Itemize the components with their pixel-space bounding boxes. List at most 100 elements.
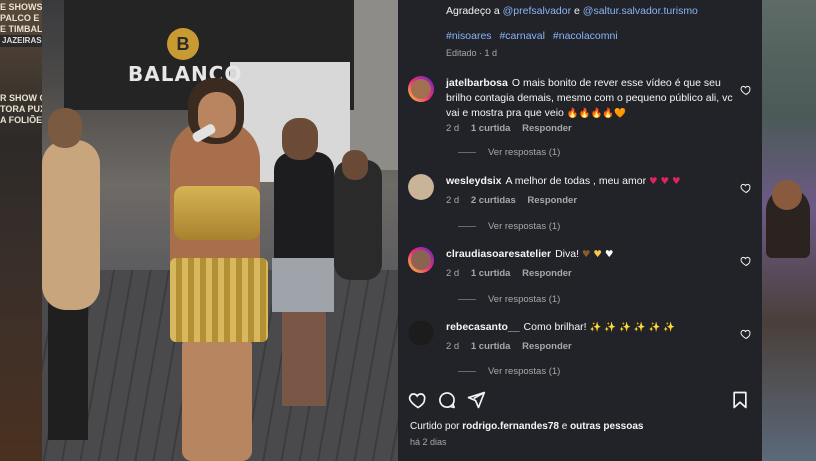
person-right-shorts [272, 258, 334, 312]
singer-top [174, 186, 260, 240]
reply-button[interactable]: Responder [527, 195, 577, 206]
comment-body: clraudiasoaresatelier Diva! ♥ ♥ ♥ [446, 247, 734, 262]
replies-divider [458, 152, 476, 153]
view-replies-label: Ver respostas (1) [488, 294, 561, 305]
bg-text-line: E TIMBAL [0, 24, 42, 34]
comment-time: 2 d [446, 268, 460, 279]
heart-icon[interactable] [740, 84, 752, 96]
view-replies-button[interactable]: Ver respostas (1) [458, 294, 560, 305]
comment-username[interactable]: wesleydsix [446, 175, 501, 187]
bg-text-line: R SHOW CA [0, 93, 42, 103]
bg-text-line: E SHOWS [0, 2, 42, 12]
singer-legs [182, 336, 252, 461]
liked-mid: e [561, 421, 568, 432]
fire-emoji: 🔥 [566, 108, 579, 119]
logo-mark: B [167, 28, 199, 60]
avatar[interactable] [408, 320, 434, 346]
comment-time: 2 d [446, 123, 460, 134]
replies-divider [458, 226, 476, 227]
bg-text-line: PALCO E [0, 13, 40, 23]
hashtag-link[interactable]: #carnaval [499, 30, 545, 42]
liked-user-link[interactable]: rodrigo.fernandes78 [462, 421, 559, 432]
post-video[interactable]: B BALANÇO [42, 0, 398, 461]
comment-meta: 2 d 1 curtida Responder [446, 123, 581, 134]
comment-likes[interactable]: 1 curtida [471, 341, 511, 352]
red-heart-emoji: ♥ [660, 176, 670, 187]
view-replies-label: Ver respostas (1) [488, 221, 561, 232]
liked-prefix: Curtido por [410, 421, 460, 432]
red-heart-emoji: ♥ [671, 176, 681, 187]
post-caption: Agradeço a @prefsalvador e @saltur.salva… [446, 4, 746, 19]
view-replies-label: Ver respostas (1) [488, 366, 561, 377]
comment-meta: 2 d 2 curtidas Responder [446, 195, 586, 206]
comment-username[interactable]: jatelbarbosa [446, 77, 508, 89]
comment-text: A melhor de todas , meu amor [505, 175, 647, 187]
comment-likes[interactable]: 2 curtidas [471, 195, 516, 206]
instagram-post-view: E SHOWS PALCO E E TIMBAL JAZEIRAS R SHOW… [0, 0, 816, 461]
heart-icon[interactable] [740, 328, 752, 340]
white-heart-emoji: ♥ [604, 249, 614, 260]
person-left-legs [48, 290, 88, 440]
comment-meta: 2 d 1 curtida Responder [446, 341, 581, 352]
view-replies-label: Ver respostas (1) [488, 147, 561, 158]
avatar[interactable] [408, 76, 434, 102]
mention-link[interactable]: @saltur.salvador.turismo [583, 5, 698, 17]
person-left [42, 140, 100, 310]
reply-button[interactable]: Responder [522, 268, 572, 279]
background-person-head [342, 150, 368, 180]
bg-text-line: TORA PUXA [0, 104, 42, 114]
fire-emoji: 🔥 [578, 108, 591, 119]
sparkles-emoji: ✨ [633, 322, 646, 333]
background-left: E SHOWS PALCO E E TIMBAL JAZEIRAS R SHOW… [0, 0, 42, 461]
liked-others-link[interactable]: outras pessoas [570, 421, 643, 432]
caption-text: e [574, 5, 580, 17]
fire-emoji: 🔥 [602, 108, 615, 119]
caption-text: Agradeço a [446, 5, 500, 17]
liked-by: Curtido por rodrigo.fernandes78 e outras… [410, 421, 643, 432]
comment-likes[interactable]: 1 curtida [471, 123, 511, 134]
bookmark-icon[interactable] [730, 390, 750, 410]
singer-skirt [170, 258, 268, 342]
brown-heart-emoji: ♥ [581, 249, 591, 260]
replies-divider [458, 299, 476, 300]
comment-body: rebecasanto__ Como brilhar! ✨ ✨ ✨ ✨ ✨ ✨ [446, 320, 734, 335]
share-icon[interactable] [466, 390, 486, 410]
person-left-head [48, 108, 82, 148]
comment-body: wesleydsix A melhor de todas , meu amor ♥… [446, 174, 734, 189]
comment-likes[interactable]: 1 curtida [471, 268, 511, 279]
reply-button[interactable]: Responder [522, 123, 572, 134]
comment-username[interactable]: clraudiasoaresatelier [446, 248, 551, 260]
comment-username[interactable]: rebecasanto__ [446, 321, 520, 333]
comment-body: jatelbarbosa O mais bonito de rever esse … [446, 76, 734, 121]
person-right-legs [282, 306, 326, 406]
red-heart-emoji: ♥ [649, 176, 658, 187]
sparkles-emoji: ✨ [619, 322, 631, 333]
avatar[interactable] [408, 247, 434, 273]
bg-band: JAZEIRAS [0, 35, 42, 47]
orange-heart-emoji: 🧡 [614, 108, 627, 119]
edited-label: Editado · 1 d [446, 48, 498, 58]
heart-icon[interactable] [740, 182, 752, 194]
comment-icon[interactable] [437, 390, 457, 410]
view-replies-button[interactable]: Ver respostas (1) [458, 147, 560, 158]
mention-link[interactable]: @prefsalvador [503, 5, 571, 17]
post-actions [408, 390, 752, 412]
hashtag-link[interactable]: #nisoares [446, 30, 492, 42]
view-replies-button[interactable]: Ver respostas (1) [458, 221, 560, 232]
comments-panel: Agradeço a @prefsalvador e @saltur.salva… [398, 0, 762, 461]
hashtags: #nisoares #carnaval #nacolacomni [446, 30, 746, 42]
avatar[interactable] [408, 174, 434, 200]
sparkles-emoji: ✨ [589, 322, 602, 333]
heart-icon[interactable] [408, 390, 428, 410]
person-right-head [282, 118, 318, 160]
hashtag-link[interactable]: #nacolacomni [553, 30, 618, 42]
comment-time: 2 d [446, 195, 460, 206]
post-time: há 2 dias [410, 437, 447, 447]
heart-icon[interactable] [740, 255, 752, 267]
comment-text: Diva! [555, 248, 579, 260]
view-replies-button[interactable]: Ver respostas (1) [458, 366, 560, 377]
sparkles-emoji: ✨ [604, 322, 617, 333]
reply-button[interactable]: Responder [522, 341, 572, 352]
yellow-heart-emoji: ♥ [593, 249, 602, 260]
fire-emoji: 🔥 [590, 108, 603, 119]
